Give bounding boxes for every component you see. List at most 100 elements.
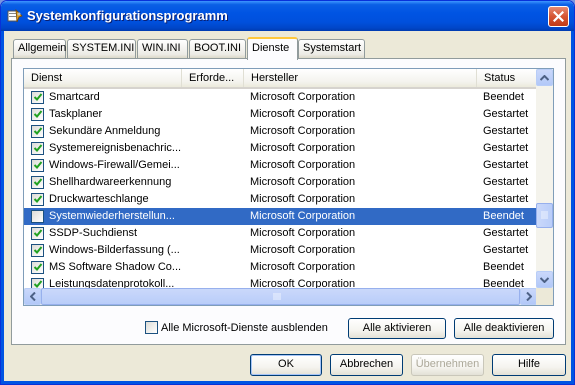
arrow-right-icon [525,292,532,301]
service-manufacturer: Microsoft Corporation [250,261,356,273]
service-checkbox[interactable] [31,159,44,172]
checkmark-icon [33,93,43,101]
close-icon [553,11,564,22]
column-header-hersteller[interactable]: Hersteller [244,69,477,87]
tab-dienste[interactable]: Dienste [247,37,298,60]
service-checkbox[interactable] [31,210,44,223]
tab-boot-ini[interactable]: BOOT.INI [189,39,246,58]
service-manufacturer: Microsoft Corporation [250,176,356,188]
window-frame-left [1,31,4,384]
checkmark-icon [33,110,43,118]
service-status: Beendet [483,210,524,222]
checkmark-icon [33,263,43,271]
window-frame-right [571,31,574,384]
service-status: Gestartet [483,244,529,256]
service-status: Beendet [483,91,524,103]
checkmark-icon [33,229,43,237]
service-status: Gestartet [483,227,529,239]
window-title: Systemkonfigurationsprogramm [27,8,228,23]
enable-all-button[interactable]: Alle aktivieren [348,318,446,339]
cancel-button[interactable]: Abbrechen [330,354,403,376]
service-status: Beendet [483,261,524,273]
scrollbar-corner [536,288,553,305]
arrow-left-icon [29,292,36,301]
checkmark-icon [33,195,43,203]
system-config-window: Systemkonfigurationsprogramm Allgemein S… [0,0,575,385]
service-checkbox[interactable] [31,176,44,189]
service-status: Gestartet [483,159,529,171]
service-manufacturer: Microsoft Corporation [250,159,356,171]
arrow-up-icon [540,74,549,81]
help-button[interactable]: Hilfe [492,354,566,376]
service-name: Druckwarteschlange [49,193,149,205]
service-row[interactable]: Taskplaner Microsoft Corporation Gestartet [24,106,537,123]
checkmark-icon [33,144,43,152]
hide-microsoft-services-checkbox[interactable] [145,321,158,334]
close-button[interactable] [548,6,569,27]
service-row[interactable]: Shellhardwareerkennung Microsoft Corporat… [24,174,537,191]
services-list[interactable]: Dienst Erforde... Hersteller Status Smar… [23,68,554,306]
service-row[interactable]: Systemwiederherstellun... Microsoft Corpo… [24,208,537,225]
column-header-status[interactable]: Status [477,69,537,87]
service-manufacturer: Microsoft Corporation [250,108,356,120]
column-header-dienst[interactable]: Dienst [24,69,182,87]
service-checkbox[interactable] [31,244,44,257]
apply-button[interactable]: Übernehmen [411,354,484,376]
service-manufacturer: Microsoft Corporation [250,227,356,239]
ok-button[interactable]: OK [250,354,322,376]
vertical-scroll-thumb[interactable] [536,203,553,228]
service-name: Smartcard [49,91,100,103]
checkmark-icon [33,246,43,254]
msconfig-app-icon [7,8,23,23]
tab-win-ini[interactable]: WIN.INI [137,39,188,58]
service-checkbox[interactable] [31,227,44,240]
scroll-left-button[interactable] [24,288,41,305]
service-row[interactable]: Sekundäre Anmeldung Microsoft Corporation… [24,123,537,140]
service-checkbox[interactable] [31,125,44,138]
arrow-down-icon [540,276,549,283]
service-name: MS Software Shadow Co... [49,261,182,273]
horizontal-scrollbar[interactable] [24,288,537,305]
service-checkbox[interactable] [31,91,44,104]
service-checkbox[interactable] [31,261,44,274]
service-checkbox[interactable] [31,142,44,155]
service-name: Systemereignisbenachric... [49,142,182,154]
service-row[interactable]: Druckwarteschlange Microsoft Corporation G… [24,191,537,208]
checkmark-icon [33,178,43,186]
service-status: Gestartet [483,142,529,154]
grip-icon [273,293,281,300]
column-header-erforderlich[interactable]: Erforde... [182,69,244,87]
service-row[interactable]: Windows-Firewall/Gemei... Microsoft Corpo… [24,157,537,174]
disable-all-button[interactable]: Alle deaktivieren [454,318,554,339]
service-name: Shellhardwareerkennung [49,176,172,188]
service-row[interactable]: Windows-Bilderfassung (... Microsoft Corp… [24,242,537,259]
service-checkbox[interactable] [31,108,44,121]
service-manufacturer: Microsoft Corporation [250,244,356,256]
checkmark-icon [33,127,43,135]
horizontal-scroll-thumb[interactable] [41,288,520,305]
title-bar[interactable]: Systemkonfigurationsprogramm [1,1,574,31]
scroll-up-button[interactable] [536,69,553,86]
service-manufacturer: Microsoft Corporation [250,91,356,103]
hide-microsoft-services-label[interactable]: Alle Microsoft-Dienste ausblenden [161,321,328,335]
scroll-right-button[interactable] [520,288,537,305]
service-row[interactable]: Smartcard Microsoft Corporation Beendet [24,89,537,106]
list-header: Dienst Erforde... Hersteller Status [24,69,537,89]
service-manufacturer: Microsoft Corporation [250,193,356,205]
service-name: Windows-Bilderfassung (... [49,244,180,256]
checkmark-icon [33,161,43,169]
tab-allgemein[interactable]: Allgemein [13,39,66,58]
scroll-down-button[interactable] [536,271,553,288]
tab-system-ini[interactable]: SYSTEM.INI [67,39,136,58]
service-row[interactable]: Systemereignisbenachric... Microsoft Corp… [24,140,537,157]
service-status: Gestartet [483,108,529,120]
service-name: Taskplaner [49,108,103,120]
service-name: SSDP-Suchdienst [49,227,138,239]
service-checkbox[interactable] [31,193,44,206]
service-row[interactable]: MS Software Shadow Co... Microsoft Corpor… [24,259,537,276]
tab-systemstart[interactable]: Systemstart [298,39,365,58]
service-status: Gestartet [483,193,529,205]
service-manufacturer: Microsoft Corporation [250,210,356,222]
service-row[interactable]: SSDP-Suchdienst Microsoft Corporation Gest… [24,225,537,242]
vertical-scrollbar[interactable] [536,69,553,288]
